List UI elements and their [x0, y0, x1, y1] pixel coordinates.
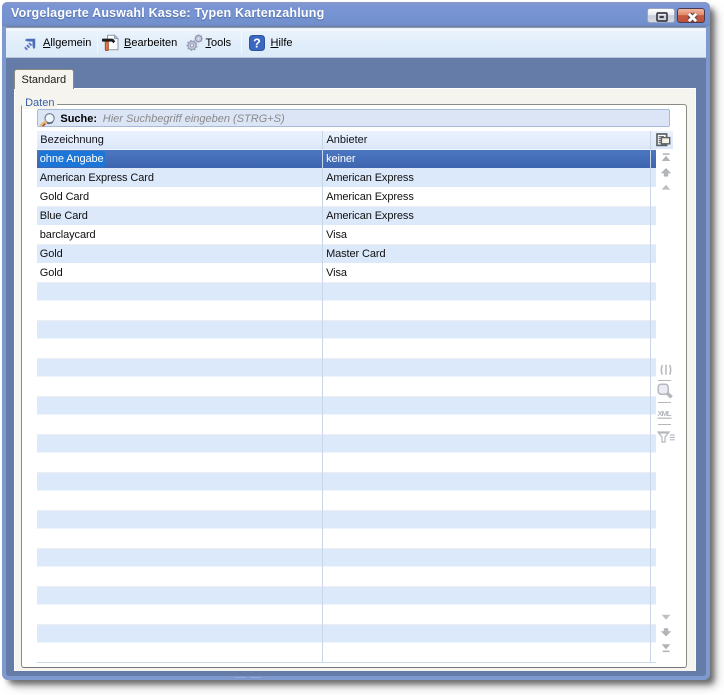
svg-text:?: ?: [253, 36, 261, 50]
svg-text:XML: XML: [658, 409, 672, 418]
